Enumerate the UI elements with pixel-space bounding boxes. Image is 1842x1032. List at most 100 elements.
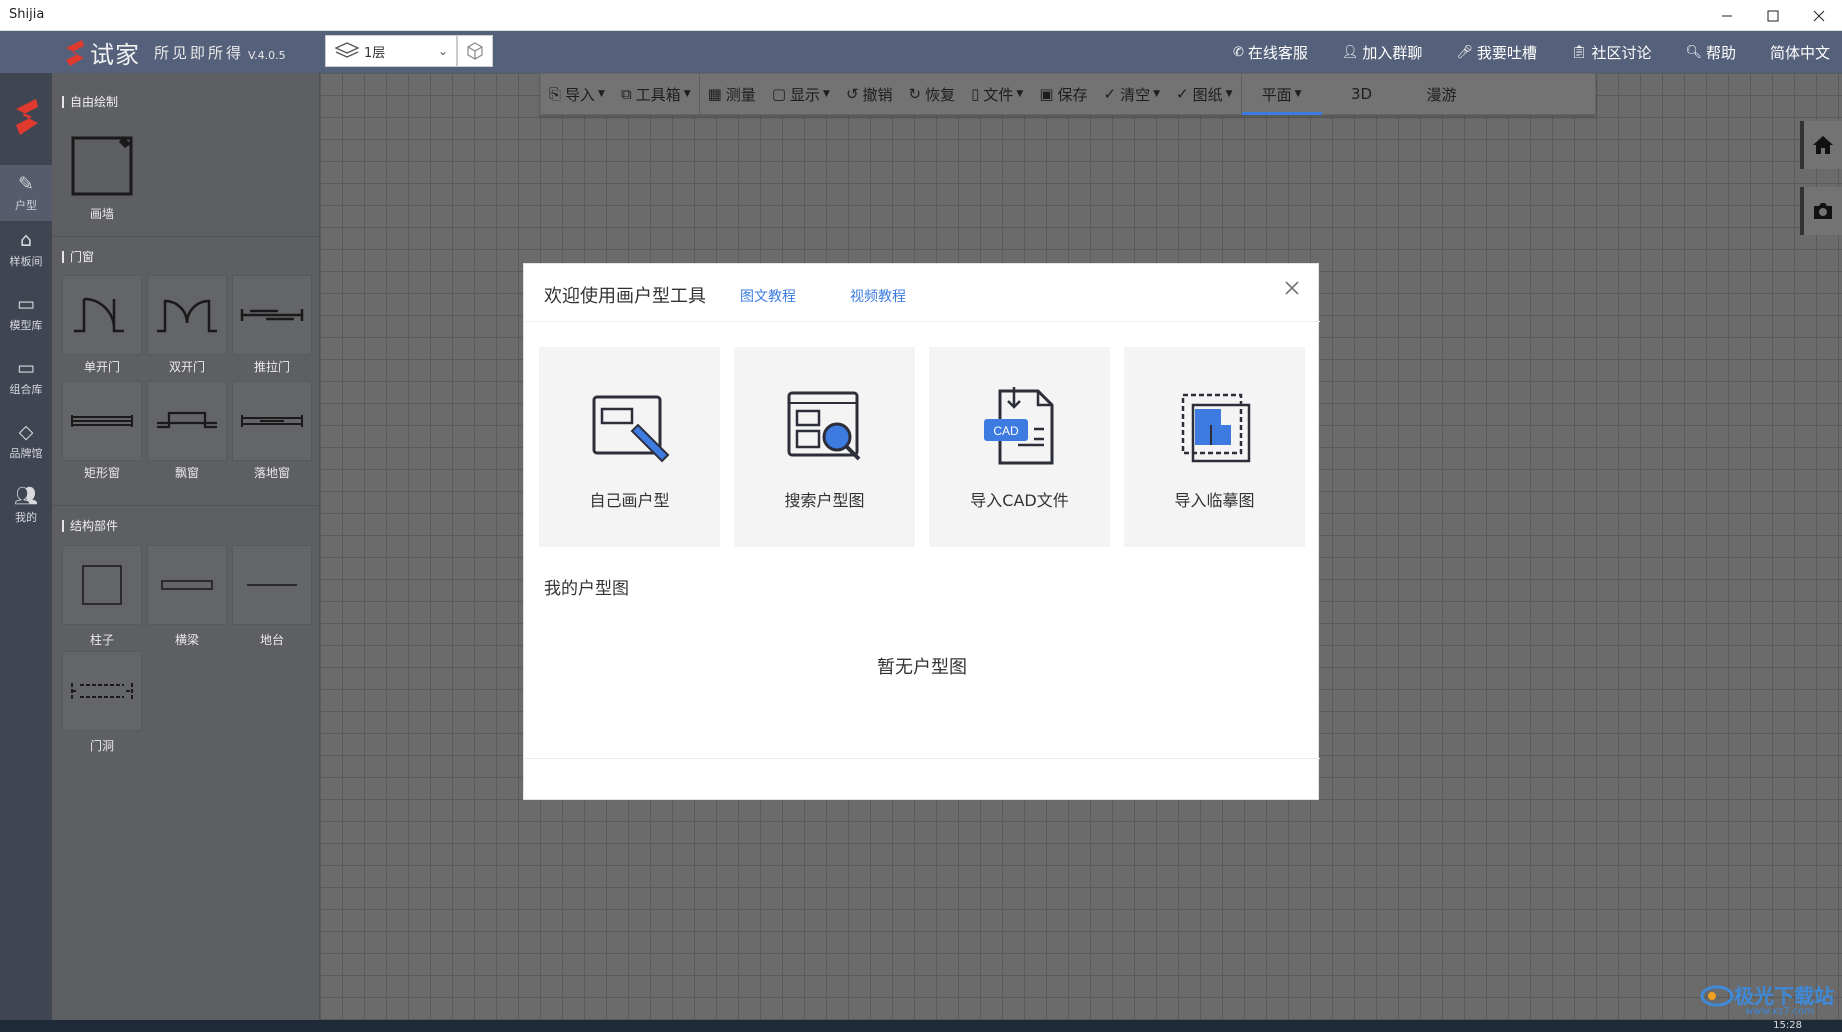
tile-label: 落地窗: [253, 466, 290, 480]
3d-cube-button[interactable]: [457, 35, 493, 67]
cube-icon: [467, 42, 483, 60]
view-tab-plan[interactable]: 平面 ▼: [1241, 73, 1322, 115]
rectangle-window-tool[interactable]: [62, 381, 142, 461]
tile-label: 横梁: [174, 633, 199, 647]
home-icon: [1813, 136, 1833, 154]
dialog-header: 欢迎使用画户型工具 图文教程 视频教程: [524, 264, 1320, 322]
tile-label: 门洞: [89, 739, 114, 753]
double-door-tool[interactable]: [147, 275, 227, 355]
join-group-link[interactable]: 👤︎ 加入群聊: [1342, 42, 1423, 63]
section-title-free-draw: 自由绘制: [62, 96, 118, 108]
app-logo: 试家 所见即所得 V.4.0.5: [62, 35, 286, 70]
measure-button[interactable]: ▦ 测量: [700, 73, 764, 115]
tutorial-link-text[interactable]: 图文教程: [740, 286, 796, 306]
window-title: Shijia: [9, 7, 45, 22]
feedback-link[interactable]: 🎤︎ 我要吐槽: [1456, 42, 1537, 63]
dialog-close-button[interactable]: [1280, 278, 1304, 302]
floor-select[interactable]: 1层 ⌄: [325, 35, 457, 67]
view-tab-walkthrough[interactable]: 漫游: [1402, 73, 1482, 115]
support-link[interactable]: ✆ 在线客服: [1233, 42, 1308, 63]
tile-label: 推拉门: [253, 360, 290, 374]
chevron-down-icon: ▼: [683, 89, 691, 99]
door-opening-tool[interactable]: [62, 651, 142, 731]
tile-label: 地台: [259, 633, 284, 647]
welcome-dialog: 欢迎使用画户型工具 图文教程 视频教程 自己画户型 搜索户型图 CAD 导入CA…: [523, 263, 1320, 800]
camera-icon: [1814, 203, 1832, 219]
single-door-tool[interactable]: [62, 275, 142, 355]
nav-item-combo-library[interactable]: ▭ 组合库: [0, 349, 52, 405]
save-button[interactable]: ▣ 保存: [1031, 73, 1095, 115]
import-cad-card[interactable]: CAD 导入CAD文件: [929, 347, 1110, 547]
watermark-text: 极光下载站: [1734, 984, 1834, 1008]
chevron-down-icon: ▼: [1294, 89, 1302, 99]
platform-tool[interactable]: [232, 545, 312, 625]
section-title-structure: 结构部件: [62, 520, 118, 532]
sliding-door-tool[interactable]: [232, 275, 312, 355]
card-label: 搜索户型图: [784, 491, 865, 510]
taskbar-clock: 15:28: [1773, 1020, 1802, 1031]
community-link[interactable]: 📋︎ 社区讨论: [1571, 42, 1652, 63]
watermark-url: www.xz7.com: [1745, 1006, 1814, 1017]
close-icon: [1813, 10, 1825, 21]
display-icon: ▢: [771, 85, 786, 103]
header-links: ✆ 在线客服 👤︎ 加入群聊 🎤︎ 我要吐槽 📋︎ 社区讨论 🔍︎ 帮助 简体中文: [1199, 31, 1830, 73]
chevron-down-icon: ▼: [1225, 89, 1233, 99]
window-titlebar: Shijia: [0, 0, 1842, 31]
redo-button[interactable]: ↻ 恢复: [901, 73, 964, 115]
import-trace-card[interactable]: 导入临摹图: [1124, 347, 1305, 547]
rectangle-window-icon: [71, 415, 133, 427]
draw-floorplan-card[interactable]: 自己画户型: [539, 347, 720, 547]
home-view-button[interactable]: [1800, 121, 1842, 169]
help-link[interactable]: 🔍︎ 帮助: [1685, 42, 1736, 63]
drawing-button[interactable]: ✓ 图纸 ▼: [1168, 73, 1241, 115]
draw-floorplan-icon: [592, 395, 669, 463]
file-icon: ▯: [971, 85, 980, 103]
screenshot-button[interactable]: [1800, 187, 1842, 235]
nav-item-brand-hall[interactable]: ◇ 品牌馆: [0, 413, 52, 469]
chevron-down-icon: ▼: [1016, 89, 1024, 99]
bay-window-tool[interactable]: [147, 381, 227, 461]
watermark: 极光下载站 www.xz7.com: [1700, 980, 1834, 1017]
draw-wall-tool[interactable]: [62, 125, 142, 205]
cad-file-icon: CAD: [983, 387, 1053, 465]
card-label: 导入临摹图: [1174, 491, 1255, 510]
nav-item-mine[interactable]: 👥︎ 我的: [0, 477, 52, 533]
main-toolbar: ⎘ 导入 ▼ ⧉ 工具箱 ▼ ▦ 测量 ▢ 显示 ▼ ↺ 撤销 ↻ 恢复 ▯ 文件 ▼ ▣ 保存 ✓ 清空…: [540, 73, 1596, 115]
import-button[interactable]: ⎘ 导入 ▼: [541, 73, 613, 115]
toolbox-button[interactable]: ⧉ 工具箱 ▼: [613, 73, 699, 115]
tile-label: 单开门: [83, 360, 120, 374]
tile-label: 飘窗: [174, 466, 199, 480]
file-button[interactable]: ▯ 文件 ▼: [963, 73, 1031, 115]
single-door-icon: [74, 297, 124, 333]
shijia-logo-icon: [66, 39, 84, 66]
clear-button[interactable]: ✓ 清空 ▼: [1096, 73, 1169, 115]
undo-button[interactable]: ↺ 撤销: [838, 73, 901, 115]
view-tab-3d[interactable]: 3D: [1322, 73, 1402, 115]
tutorial-link-video[interactable]: 视频教程: [850, 286, 906, 306]
component-panel: 自由绘制 画墙 门窗 单开门 双开门 推拉门 矩形窗 飘窗 落地窗 结构部件 柱…: [52, 73, 320, 1020]
broom-icon: ✓: [1103, 85, 1117, 103]
drawing-icon: ✓: [1176, 85, 1189, 103]
section-title-doors-windows: 门窗: [62, 251, 94, 263]
pillar-tool[interactable]: [62, 545, 142, 625]
minimize-button[interactable]: [1704, 0, 1750, 31]
my-floorplans-title: 我的户型图: [544, 579, 629, 599]
display-button[interactable]: ▢ 显示 ▼: [764, 73, 838, 115]
close-window-button[interactable]: [1796, 0, 1842, 31]
layers-icon: [334, 42, 360, 58]
nav-item-floorplan[interactable]: ✎ 户型: [0, 165, 52, 221]
combo-box-icon: ▭: [17, 356, 35, 379]
language-link[interactable]: 简体中文: [1770, 42, 1830, 63]
maximize-button[interactable]: [1750, 0, 1796, 31]
bay-window-icon: [157, 411, 217, 429]
tile-label: 画墙: [89, 207, 114, 221]
floor-window-tool[interactable]: [232, 381, 312, 461]
nav-item-model-library[interactable]: ▭ 模型库: [0, 285, 52, 341]
search-floorplan-card[interactable]: 搜索户型图: [734, 347, 915, 547]
beam-tool[interactable]: [147, 545, 227, 625]
nav-item-showroom[interactable]: ⌂ 样板间: [0, 221, 52, 277]
sliding-door-icon: [240, 309, 304, 321]
pillar-icon: [82, 565, 122, 605]
floor-window-icon: [241, 415, 303, 427]
divider: [52, 505, 320, 506]
